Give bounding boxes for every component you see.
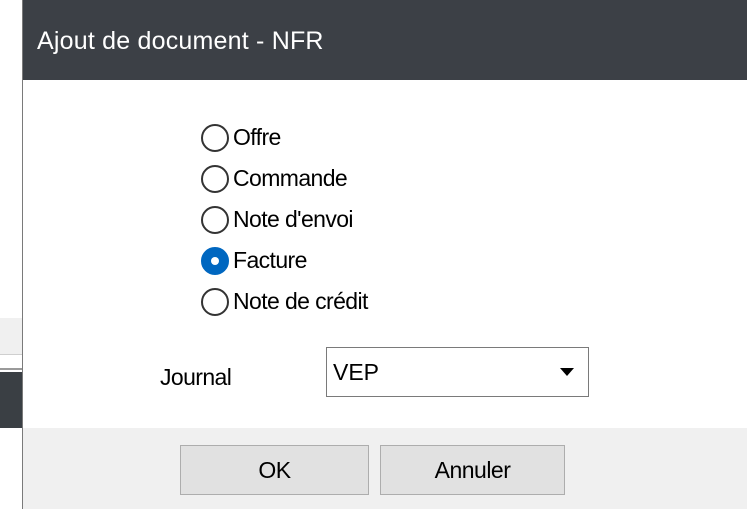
chevron-down-icon[interactable] <box>560 368 574 376</box>
journal-label: Journal <box>160 364 232 390</box>
radio-option-note-envoi[interactable]: Note d'envoi <box>201 199 368 240</box>
radio-label-commande[interactable]: Commande <box>233 165 348 192</box>
add-document-dialog: Ajout de document - NFR Offre Commande N… <box>22 0 747 509</box>
radio-button-offre[interactable] <box>201 123 229 152</box>
radio-label-note-credit[interactable]: Note de crédit <box>233 288 368 315</box>
radio-option-offre[interactable]: Offre <box>201 117 368 158</box>
background-app-divider <box>0 368 22 370</box>
radio-option-commande[interactable]: Commande <box>201 158 368 199</box>
background-app-toolbar <box>0 372 22 428</box>
dialog-titlebar[interactable]: Ajout de document - NFR <box>23 0 747 80</box>
radio-label-note-envoi[interactable]: Note d'envoi <box>233 206 354 233</box>
radio-option-note-credit[interactable]: Note de crédit <box>201 281 368 322</box>
radio-label-facture[interactable]: Facture <box>233 247 307 274</box>
background-app-edge <box>0 0 22 80</box>
screen: Ajout de document - NFR Offre Commande N… <box>0 0 747 509</box>
document-type-radio-group: Offre Commande Note d'envoi Facture Note… <box>201 117 368 322</box>
radio-option-facture[interactable]: Facture <box>201 240 368 281</box>
radio-button-facture[interactable] <box>201 246 229 275</box>
journal-select[interactable]: VEP <box>326 347 589 397</box>
radio-label-offre[interactable]: Offre <box>233 124 281 151</box>
cancel-button[interactable]: Annuler <box>380 445 565 495</box>
background-app-field <box>0 318 22 355</box>
radio-button-note-credit[interactable] <box>201 287 229 316</box>
radio-button-note-envoi[interactable] <box>201 205 229 234</box>
dialog-title: Ajout de document - NFR <box>37 27 324 55</box>
journal-select-value: VEP <box>333 359 380 385</box>
ok-button[interactable]: OK <box>180 445 369 495</box>
background-app-area <box>0 428 22 509</box>
radio-button-commande[interactable] <box>201 164 229 193</box>
